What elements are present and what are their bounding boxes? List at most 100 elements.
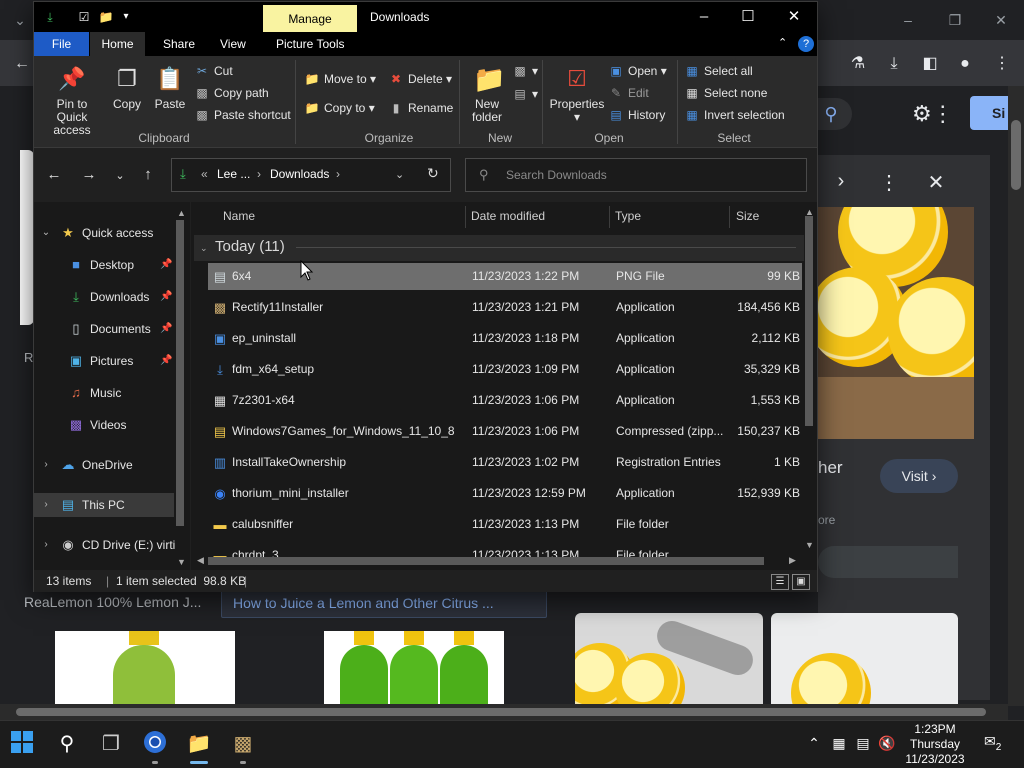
back-arrow-icon[interactable]: ← [44,166,64,183]
collapse-group-icon[interactable]: ⌄ [200,243,208,254]
scroll-right-arrow-icon[interactable]: ▶ [789,555,796,566]
file-list-horizontal-scroll-thumb[interactable] [208,557,764,565]
lemon-preview-image[interactable] [818,207,974,439]
minimize-browser-icon[interactable]: – [888,8,928,32]
labs-flask-icon[interactable]: ⚗ [846,52,870,76]
copy-button[interactable]: ❐ Copy [108,64,146,111]
tab-share[interactable]: Share [163,37,195,51]
paste-shortcut-button[interactable]: ▩ Paste shortcut [194,107,290,123]
move-to-button[interactable]: 📁 Move to ▾ [304,71,377,87]
easy-access-button[interactable]: ▤ ▾ [512,86,538,102]
paste-button[interactable]: 📋 Paste [150,64,190,111]
visit-button[interactable]: Visit › [880,459,958,493]
rename-button[interactable]: ▮ Rename [388,100,454,116]
up-arrow-icon[interactable]: ↑ [138,166,158,183]
file-row[interactable]: ▬ calubsniffer 11/23/2023 1:13 PM File fold… [208,511,802,538]
details-view-icon[interactable]: ☰ [771,574,789,590]
result-caption-lemon[interactable]: ReaLemon 100% Lemon J... [24,594,201,610]
show-hidden-icons-chevron[interactable]: ⌃ [804,735,824,752]
properties-button[interactable]: ☑ Properties ▾ [548,64,606,124]
scroll-left-arrow-icon[interactable]: ◀ [197,555,204,566]
close-browser-icon[interactable]: ✕ [981,8,1021,32]
file-row[interactable]: ▩ Rectify11Installer 11/23/2023 1:21 PM App… [208,294,802,321]
customize-qat-icon[interactable]: ▾ [118,9,134,25]
file-row[interactable]: ▤ Windows7Games_for_Windows_11_10_8 11/23/… [208,418,802,445]
column-divider[interactable] [609,206,610,228]
group-header-today[interactable] [194,235,804,261]
more-options-icon[interactable]: ⋮ [877,170,901,195]
cut-button[interactable]: ✂ Cut [194,63,233,79]
tab-picture-tools[interactable]: Picture Tools [276,37,344,51]
scroll-down-arrow-icon[interactable]: ▼ [177,557,186,567]
nav-quick-access[interactable]: ⌄ ★ Quick access [34,221,174,245]
minimize-icon[interactable]: – [681,2,727,32]
nav-item-this-pc[interactable]: › ▤ This PC [34,493,174,517]
copy-to-button[interactable]: 📁 Copy to ▾ [304,100,375,116]
maximize-icon[interactable]: ☐ [725,2,771,32]
page-vertical-scroll-thumb[interactable] [1011,120,1021,190]
scroll-down-arrow-icon[interactable]: ▼ [805,540,814,550]
file-row[interactable]: ⤓ fdm_x64_setup 11/23/2023 1:09 PM Applicat… [208,356,802,383]
column-header-type[interactable]: Type [615,209,641,223]
expand-chevron-icon[interactable]: › [40,533,52,557]
tray-app-icon[interactable]: ▦ [829,735,849,752]
column-header-size[interactable]: Size [736,209,759,223]
task-view-icon[interactable]: ❐ [97,730,125,758]
nav-item-downloads[interactable]: ⤓ Downloads 📌 [34,285,174,309]
select-all-button[interactable]: ▦ Select all [684,63,752,79]
browser-menu-icon[interactable]: ⋮ [990,52,1014,76]
open-button[interactable]: ▣ Open ▾ [608,63,666,79]
panel-input-bar[interactable] [818,546,958,578]
forward-arrow-icon[interactable]: → [79,166,99,183]
tab-view[interactable]: View [220,37,246,51]
collapse-ribbon-icon[interactable]: ⌃ [778,36,787,49]
restore-browser-icon[interactable]: ❐ [935,8,975,32]
nav-item-pictures[interactable]: ▣ Pictures 📌 [34,349,174,373]
page-horizontal-scroll-thumb[interactable] [16,708,986,716]
recent-locations-chevron-icon[interactable]: ⌄ [110,169,130,182]
result-caption-juice[interactable]: How to Juice a Lemon and Other Citrus ..… [221,588,547,618]
volume-muted-icon[interactable]: 🔇 [877,735,897,752]
tab-manage[interactable]: Manage [263,5,357,33]
overflow-prefix[interactable]: « [201,167,208,181]
edit-button[interactable]: ✎ Edit [608,85,649,101]
file-row[interactable]: ▣ ep_uninstall 11/23/2023 1:18 PM Applicati… [208,325,802,352]
delete-button[interactable]: ✖ Delete ▾ [388,71,452,87]
network-icon[interactable]: ▤ [853,735,873,752]
column-divider[interactable] [729,206,730,228]
file-row[interactable]: ▤ 6x4 11/23/2023 1:22 PM PNG File 99 KB [208,263,802,290]
clock[interactable]: 1:23PM Thursday 11/23/2023 [900,722,970,767]
next-image-icon[interactable]: › [829,170,853,193]
lemon-water-thumbnail[interactable] [771,613,958,704]
installer-package-icon[interactable]: ▩ [229,730,257,758]
download-browser-icon[interactable]: ⤓ [882,52,906,76]
expand-chevron-icon[interactable]: › [40,493,52,517]
juicer-thumbnail[interactable] [575,613,763,704]
expand-chevron-icon[interactable]: ⌄ [40,221,52,245]
quick-access-download-icon[interactable]: ⤓ [42,9,58,25]
file-row[interactable]: ▥ InstallTakeOwnership 11/23/2023 1:02 PM R… [208,449,802,476]
column-header-name[interactable]: Name [223,209,255,223]
expand-chevron-icon[interactable]: › [40,453,52,477]
address-dropdown-icon[interactable]: ⌄ [395,168,404,181]
nav-item-music[interactable]: ♫ Music [34,381,174,405]
tab-home[interactable]: Home [90,32,145,56]
notification-center-icon[interactable]: ✉2 [984,733,1001,753]
file-list-vertical-scroll-thumb[interactable] [805,216,813,426]
large-icons-view-icon[interactable]: ▣ [792,574,810,590]
side-panel-icon[interactable]: ◧ [918,52,942,76]
new-folder-button[interactable]: 📁 New folder [466,64,508,124]
nav-item-desktop[interactable]: ■ Desktop 📌 [34,253,174,277]
new-item-button[interactable]: ▩ ▾ [512,63,538,79]
close-panel-icon[interactable]: ✕ [924,170,948,195]
file-explorer-icon[interactable]: 📁 [185,730,213,758]
start-windows-icon[interactable] [8,730,36,758]
copy-path-button[interactable]: ▩ Copy path [194,85,268,101]
lemon-bottle-thumbnail[interactable] [55,631,235,704]
search-icon[interactable]: ⚲ [53,730,81,758]
breadcrumb-downloads[interactable]: Downloads [270,167,329,181]
search-input[interactable]: Search Downloads [465,158,807,192]
settings-gear-icon[interactable]: ⚙⋮ [912,100,954,128]
properties-check-icon[interactable]: ☑ [76,9,92,25]
tab-file[interactable]: File [34,32,89,56]
